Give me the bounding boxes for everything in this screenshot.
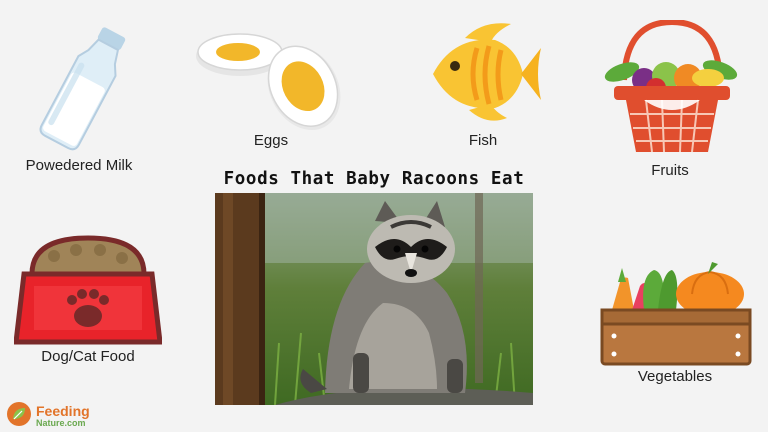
vegetables-label: Vegetables [637,368,713,385]
pet-food-label: Dog/Cat Food [41,348,135,365]
page-title: Foods That Baby Racoons Eat [223,169,525,189]
milk-label: Powedered Milk [25,157,133,174]
milk-bottle-icon [39,27,126,151]
logo-text-nature: Nature.com [36,418,86,428]
eggs-label: Eggs [253,132,289,149]
leaf-logo-icon [7,402,31,426]
eggs-icon [196,33,341,130]
fish-label: Fish [468,132,498,149]
pet-food-bowl-icon [14,235,162,345]
logo-text-feeding: Feeding [36,403,90,419]
fruits-label: Fruits [651,162,689,179]
vegetable-crate-icon [600,262,752,366]
feeding-nature-logo[interactable]: Feeding Nature.com [6,401,116,429]
fruit-basket-icon [604,20,738,153]
raccoon-photo [215,193,533,405]
fish-icon [433,23,541,121]
